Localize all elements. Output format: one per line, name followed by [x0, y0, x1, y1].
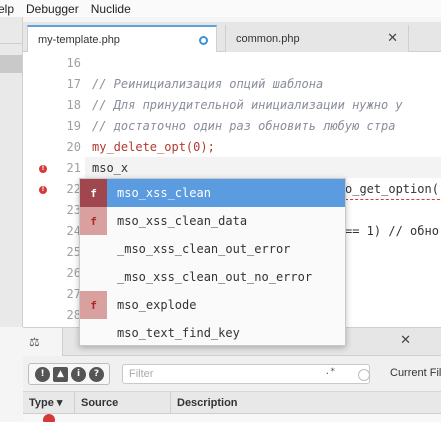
autocomplete-item[interactable]: f mso_xss_clean_data — [80, 207, 345, 235]
column-type[interactable]: Type ▾ — [23, 392, 75, 414]
autocomplete-label: mso_text_find_key — [117, 326, 240, 340]
autocomplete-label: _mso_xss_clean_out_error — [117, 242, 291, 256]
modified-indicator-icon[interactable] — [199, 36, 208, 45]
autocomplete-label: _mso_xss_clean_out_no_error — [117, 270, 313, 284]
error-marker-icon[interactable]: ! — [39, 186, 47, 194]
hint-filter-button[interactable]: ? — [89, 366, 104, 382]
code-line[interactable]: == 1) // обно — [345, 221, 441, 242]
autocomplete-label: mso_xss_clean — [117, 186, 211, 200]
tab-diagnostics[interactable]: ⚖ — [23, 328, 63, 356]
editor-tab-bar: my-template.php common.php ✕ — [23, 22, 441, 52]
file-tree-panel[interactable] — [0, 17, 23, 327]
close-icon[interactable]: ✕ — [400, 333, 411, 348]
autocomplete-item[interactable]: mso_text_find_key — [80, 319, 345, 347]
line-number: 22 — [66, 182, 81, 196]
column-description[interactable]: Description — [171, 392, 441, 414]
current-file-label: Current File — [390, 367, 441, 379]
function-type-icon: f — [80, 179, 107, 207]
line-number: 26 — [66, 266, 81, 280]
function-type-icon: f — [80, 291, 107, 319]
autocomplete-item[interactable]: _mso_xss_clean_out_no_error — [80, 263, 345, 291]
tab-label: my-template.php — [38, 33, 120, 46]
autocomplete-label: mso_explode — [117, 298, 197, 312]
error-filter-button[interactable]: ! — [35, 366, 50, 382]
diagnostics-toolbar: ! ▲ i ? Filter .* Current File — [23, 356, 441, 392]
menu-help[interactable]: elp — [0, 2, 14, 16]
code-line[interactable]: // Для принудительной инициализации нужн… — [92, 95, 441, 116]
autocomplete-label: mso_xss_clean_data — [117, 214, 248, 228]
function-type-icon: f — [80, 207, 107, 235]
code-line[interactable]: mso_x — [92, 158, 441, 179]
line-number: 27 — [66, 287, 81, 301]
autocomplete-item[interactable]: f mso_xss_clean — [80, 179, 345, 207]
code-line[interactable]: // Реинициализация опций шаблона — [92, 74, 441, 95]
tree-selected-item[interactable] — [0, 55, 22, 73]
autocomplete-item[interactable]: _mso_xss_clean_out_error — [80, 235, 345, 263]
menu-debugger[interactable]: Debugger — [26, 2, 79, 16]
line-number: 28 — [66, 308, 81, 322]
type-slot — [80, 235, 107, 263]
line-gutter: 16 17 18 19 20 21 22 23 24 25 26 27 28 !… — [23, 52, 85, 327]
error-marker-icon[interactable]: ! — [39, 165, 47, 173]
line-number: 20 — [66, 140, 81, 154]
scale-icon: ⚖ — [29, 335, 40, 349]
line-number: 23 — [66, 203, 81, 217]
tree-divider — [0, 43, 22, 44]
warning-filter-button[interactable]: ▲ — [53, 366, 68, 382]
menu-nuclide[interactable]: Nuclide — [91, 2, 131, 16]
line-number: 24 — [66, 224, 81, 238]
autocomplete-dropdown: f mso_xss_clean f mso_xss_clean_data _ms… — [79, 178, 346, 346]
line-number: 16 — [66, 56, 81, 70]
tab-common[interactable]: common.php ✕ — [225, 25, 409, 52]
menu-bar: elp Debugger Nuclide — [0, 0, 441, 17]
line-number: 18 — [66, 98, 81, 112]
line-number: 25 — [66, 245, 81, 259]
table-row[interactable] — [23, 414, 441, 422]
code-line[interactable]: o_get_option( — [345, 179, 441, 200]
current-file-toggle[interactable] — [358, 369, 370, 381]
regex-toggle-button[interactable]: .* — [320, 367, 340, 381]
code-line[interactable]: // достаточно один раз обновить любую ст… — [92, 116, 441, 137]
autocomplete-item[interactable]: f mso_explode — [80, 291, 345, 319]
type-slot — [80, 319, 107, 347]
diagnostics-table-header: Type ▾ Source Description — [23, 392, 441, 414]
line-number: 21 — [66, 161, 81, 175]
type-slot — [80, 263, 107, 291]
column-source[interactable]: Source — [75, 392, 171, 414]
tab-my-template[interactable]: my-template.php — [27, 25, 217, 52]
line-number: 17 — [66, 77, 81, 91]
tab-label: common.php — [236, 32, 300, 45]
error-icon — [43, 414, 55, 422]
line-number: 19 — [66, 119, 81, 133]
close-icon[interactable]: ✕ — [387, 30, 398, 46]
severity-filter-group: ! ▲ i ? — [28, 363, 110, 385]
code-line[interactable]: my_delete_opt(0); — [92, 137, 441, 158]
info-filter-button[interactable]: i — [71, 366, 86, 382]
